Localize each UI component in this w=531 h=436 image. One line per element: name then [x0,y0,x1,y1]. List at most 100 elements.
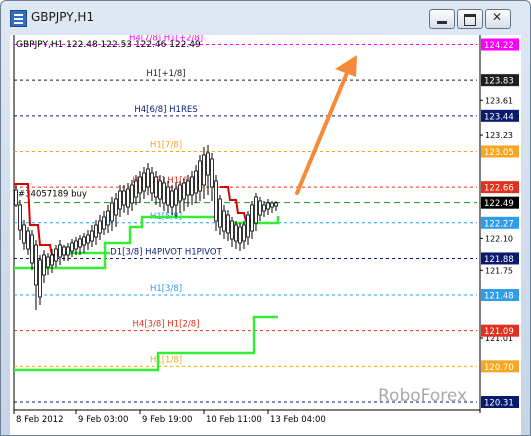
candle-body [166,186,170,206]
candle-body [62,246,66,256]
candle-body [150,172,154,194]
candle-body [210,158,214,188]
price-badge-label: 121.09 [484,327,514,337]
price-badge-label: 123.05 [484,148,514,158]
level-label: H1[7/8] [150,140,182,150]
candle-body [142,172,146,192]
price-tick-label: 123.61 [485,96,513,105]
chart-area[interactable]: H4[7/8] H1[+2/8] H1[+1/8] H4[6/8] H1RES H1[… [10,34,521,435]
candle-body [34,244,38,286]
level-label: H1[1/8] [150,355,182,365]
candle-body [38,259,42,298]
candle-body [250,204,254,232]
candle-body [26,230,30,250]
candle-body [126,188,130,208]
time-label: 9 Feb 03:00 [78,415,128,425]
price-badge-label: 122.66 [484,184,514,194]
level-label: H1[+1/8] [146,69,185,79]
candle-body [178,184,182,202]
candle-body [94,224,98,238]
title-bar[interactable]: GBPJPY,H1 [1,1,530,35]
candle-body [170,190,174,208]
price-badge-label: 120.70 [484,363,514,373]
candle-body [266,202,270,210]
window-title: GBPJPY,H1 [31,10,95,24]
price-badge-label: 120.31 [484,399,514,409]
candle-body [118,190,122,210]
candle-body [218,198,222,228]
price-tick-label: 122.10 [485,234,513,243]
candle-body [234,224,238,242]
candle-body [90,230,94,242]
chart-icon [10,10,27,27]
candle-body [270,202,274,208]
candle-body [122,190,126,206]
price-badge-label: 122.27 [484,219,514,229]
level-label: H4[6/8] H1RES [134,105,197,115]
candle-body [262,204,266,212]
candle-body [182,182,186,200]
candle-body [194,170,198,194]
candle-body [162,182,166,204]
time-label: 10 Feb 11:00 [206,415,262,425]
candle-body [18,204,22,231]
candle-body [14,189,18,206]
candle-body [206,152,210,176]
candle-body [190,176,194,196]
candle-body [50,254,54,266]
candle-body [138,176,142,194]
candle-body [130,184,134,204]
candle-body [230,220,234,240]
time-label: 9 Feb 19:00 [142,415,192,425]
price-badge-label: 123.44 [484,112,514,122]
price-badge-label: 123.83 [484,77,514,87]
candle-body [134,180,138,198]
candle-body [22,224,26,244]
level-label: H4[3/8] H1[2/8] [133,320,200,330]
candle-body [222,210,226,232]
candle-body [238,226,242,244]
candle-body [110,202,114,222]
candle-body [214,180,218,222]
time-label: 8 Feb 2012 [16,415,64,425]
candle-body [254,196,258,224]
candle-body [74,240,78,250]
candle-body [82,236,86,246]
candle-body [86,234,90,244]
candle-body [202,154,206,186]
candle-body [226,214,230,234]
chart-window: GBPJPY,H1 H4[7/8] H1[+2/8]H1[+1/8]H4[6/8… [0,0,531,436]
candle-body [274,202,278,207]
candle-body [66,246,70,256]
watermark: RoboForex [378,386,467,406]
candle-body [198,160,202,192]
price-badge-label: 121.88 [484,255,514,265]
candle-body [146,168,150,188]
candle-body [54,248,58,262]
price-badge-label: 124.22 [484,41,514,51]
candle-body [58,244,62,258]
minimize-button[interactable] [429,9,455,29]
candle-body [98,220,102,234]
level-label: H1[3/8] [150,284,182,294]
candle-body [30,234,34,264]
candle-body [174,188,178,206]
candle-body [114,198,118,216]
close-button[interactable] [485,9,511,29]
price-chart[interactable]: H4[7/8] H1[+2/8]H1[+1/8]H4[6/8] H1RESH1[… [10,34,521,435]
maximize-button[interactable] [457,9,483,29]
candle-body [158,180,162,200]
price-badge-label: 121.48 [484,292,514,302]
time-label: 13 Feb 04:00 [270,415,326,425]
candle-body [242,224,246,242]
price-tick-label: 123.23 [485,131,513,140]
candle-body [106,210,110,226]
chart-header: GBPJPY,H1 122.48 122.53 122.46 122.49 [16,40,201,50]
price-badge-label: 122.49 [484,199,514,209]
candle-body [258,200,262,216]
candle-body [42,254,46,276]
candle-body [46,256,50,268]
candle-body [70,242,74,252]
candle-body [102,216,106,230]
candle-body [78,238,82,248]
